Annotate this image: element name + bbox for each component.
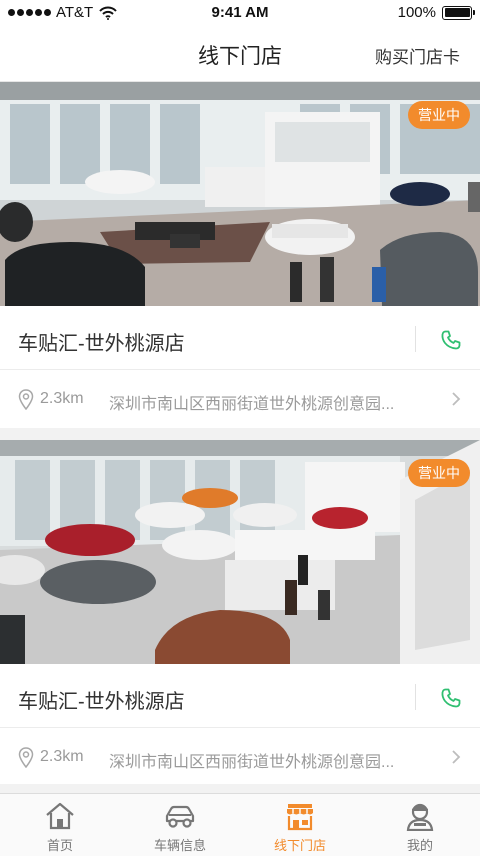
store-address: 深圳市南山区西丽街道世外桃源创意园...	[109, 396, 395, 413]
battery-percent: 100%	[397, 4, 436, 21]
tab-label: 我的	[406, 838, 433, 853]
tab-home[interactable]: 首页	[0, 794, 120, 856]
store-address: 深圳市南山区西丽街道世外桃源创意园...	[109, 754, 395, 771]
open-status-badge: 营业中	[408, 101, 470, 129]
store-photo: 营业中	[0, 82, 480, 306]
phone-icon[interactable]	[439, 328, 463, 352]
status-right: 100%	[397, 4, 475, 21]
buy-store-card-button[interactable]: 购买门店卡	[375, 43, 460, 68]
chevron-right-icon	[452, 750, 461, 764]
open-status-badge: 营业中	[408, 459, 470, 487]
home-icon	[46, 802, 74, 830]
store-name-row: 车贴汇-世外桃源店	[0, 306, 480, 370]
store-name: 车贴汇-世外桃源店	[18, 333, 185, 355]
battery-icon	[442, 5, 475, 20]
profile-icon	[406, 803, 434, 831]
store-distance: 2.3km	[40, 748, 84, 765]
status-bar: AT&T 9:41 AM 100%	[0, 0, 480, 26]
tab-bar: 首页 车辆信息 线下门店 我的	[0, 793, 480, 856]
location-pin-icon	[18, 747, 34, 768]
store-icon	[287, 804, 313, 831]
store-card[interactable]: 营业中 车贴汇-世外桃源店 2.3km 深圳市南山区西丽街道世外桃源创意园...	[0, 440, 480, 784]
store-photo: 营业中	[0, 440, 480, 664]
location-pin-icon	[18, 389, 34, 410]
divider	[415, 684, 416, 710]
chevron-right-icon	[452, 392, 461, 406]
tab-label: 首页	[46, 838, 73, 853]
car-icon	[165, 805, 195, 828]
tab-label: 车辆信息	[153, 838, 206, 853]
address-row[interactable]: 2.3km 深圳市南山区西丽街道世外桃源创意园...	[0, 370, 480, 428]
store-distance: 2.3km	[40, 390, 84, 407]
phone-icon[interactable]	[439, 686, 463, 710]
store-name-row: 车贴汇-世外桃源店	[0, 664, 480, 728]
store-card[interactable]: 营业中 车贴汇-世外桃源店 2.3km 深圳市南山区西丽街道世外桃源创意园...	[0, 82, 480, 428]
tab-vehicle-info[interactable]: 车辆信息	[120, 794, 240, 856]
tab-offline-store[interactable]: 线下门店	[240, 794, 360, 856]
address-row[interactable]: 2.3km 深圳市南山区西丽街道世外桃源创意园...	[0, 728, 480, 786]
tab-label: 线下门店	[273, 838, 326, 853]
navigation-bar: 线下门店 购买门店卡	[0, 26, 480, 82]
store-name: 车贴汇-世外桃源店	[18, 691, 185, 713]
tab-profile[interactable]: 我的	[360, 794, 480, 856]
divider	[415, 326, 416, 352]
